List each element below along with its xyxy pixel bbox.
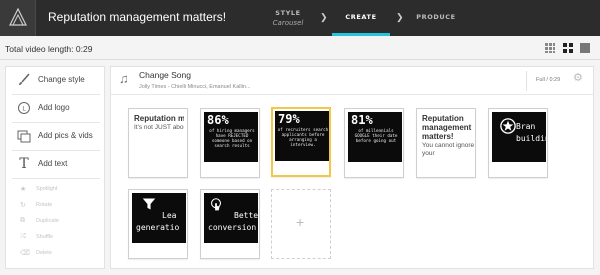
card-caption: of recruiters search applicants before a… bbox=[277, 127, 329, 147]
grid-large-icon[interactable] bbox=[562, 43, 573, 53]
sidebar-item-label: Change style bbox=[38, 75, 85, 84]
card-body: It's not JUST about bbox=[134, 124, 184, 131]
slide-card[interactable]: 81% of millennials GOOGLE their date bef… bbox=[344, 108, 404, 178]
music-note-icon: ♫ bbox=[119, 71, 129, 86]
card-stat: 86% bbox=[207, 113, 229, 127]
grid-small-icon[interactable] bbox=[545, 43, 556, 53]
add-slide-button[interactable]: + bbox=[271, 189, 331, 259]
card-image: 79% of recruiters search applicants befo… bbox=[275, 111, 329, 161]
card-title: Reputation management matters! bbox=[422, 114, 472, 141]
gear-icon[interactable]: ⚙ bbox=[573, 71, 583, 84]
sidebar-item-spotlight[interactable]: ★ Spotlight bbox=[18, 183, 98, 197]
step-style-label: STYLE bbox=[275, 9, 301, 17]
sidebar-item-label: Add logo bbox=[38, 103, 70, 112]
song-title[interactable]: Change Song bbox=[139, 70, 191, 80]
paintbrush-icon bbox=[17, 73, 31, 87]
step-create[interactable]: CREATE bbox=[332, 0, 390, 36]
duplicate-icon: ⧉ bbox=[20, 217, 25, 224]
text-icon: T bbox=[19, 156, 29, 172]
card-body: You cannot ignore your bbox=[422, 142, 475, 157]
shuffle-icon: ⤮ bbox=[20, 233, 26, 240]
slide-card[interactable]: Lea generatio bbox=[128, 189, 188, 259]
svg-text:L: L bbox=[22, 106, 26, 113]
logo-icon bbox=[9, 7, 27, 26]
step-produce-label: PRODUCE bbox=[416, 13, 456, 21]
card-image: Lea generatio bbox=[132, 193, 186, 243]
sidebar: Change style L Add logo Add pics & vids … bbox=[5, 66, 105, 269]
view-toggles bbox=[542, 43, 590, 61]
slide-card[interactable]: 86% of hiring managers have REJECTED som… bbox=[200, 108, 260, 178]
card-image: Bette conversion bbox=[204, 193, 258, 243]
sidebar-item-label: Add text bbox=[38, 159, 68, 168]
card-word: generatio bbox=[136, 223, 180, 232]
video-length: Total video length: 0:29 bbox=[5, 44, 93, 54]
sidebar-item-duplicate[interactable]: ⧉ Duplicate bbox=[18, 215, 98, 229]
slide-card[interactable]: Reputation management matters! You canno… bbox=[416, 108, 476, 178]
main-panel: ♫ Change Song Jolly Times - Chielli Minu… bbox=[110, 66, 594, 269]
rotate-icon: ↻ bbox=[20, 202, 26, 209]
card-caption: of millennials GOOGLE their date before … bbox=[354, 128, 398, 143]
card-stat: 81% bbox=[351, 113, 373, 127]
funnel-icon bbox=[142, 198, 156, 210]
slide-card-selected[interactable]: 79% of recruiters search applicants befo… bbox=[271, 107, 331, 177]
card-word: Lea bbox=[162, 211, 177, 220]
card-image: 81% of millennials GOOGLE their date bef… bbox=[348, 112, 402, 162]
card-stat: 79% bbox=[278, 112, 300, 126]
slide-card[interactable]: Bette conversion bbox=[200, 189, 260, 259]
card-word: buildin bbox=[516, 134, 546, 143]
card-title: Reputation managemen goals bbox=[134, 114, 184, 123]
step-style[interactable]: STYLE Carousel bbox=[262, 0, 314, 36]
sidebar-item-add-logo[interactable]: L Add logo bbox=[12, 95, 100, 123]
song-duration: Full / 0:29 bbox=[536, 77, 561, 83]
sidebar-item-shuffle[interactable]: ⤮ Shuffle bbox=[18, 231, 98, 245]
sidebar-item-change-style[interactable]: Change style bbox=[12, 67, 100, 95]
media-icon bbox=[17, 129, 31, 143]
card-word: Bette bbox=[234, 211, 258, 220]
sidebar-item-add-pics[interactable]: Add pics & vids bbox=[12, 123, 100, 151]
song-bar[interactable]: ♫ Change Song Jolly Times - Chielli Minu… bbox=[111, 67, 593, 95]
step-create-label: CREATE bbox=[345, 13, 377, 21]
song-subtitle: Jolly Times - Chielli Minucci, Emanuel K… bbox=[139, 84, 251, 90]
plus-icon: + bbox=[296, 214, 305, 230]
star-icon: ★ bbox=[20, 186, 27, 193]
card-image: Bran buildin bbox=[492, 112, 546, 162]
sidebar-item-add-text[interactable]: T Add text bbox=[12, 151, 100, 179]
card-caption: of hiring managers have REJECTED someone… bbox=[209, 128, 255, 148]
sidebar-item-rotate[interactable]: ↻ Rotate bbox=[18, 199, 98, 213]
app-logo[interactable] bbox=[0, 0, 36, 36]
step-style-sub: Carousel bbox=[272, 19, 304, 27]
card-word: conversion bbox=[208, 223, 257, 232]
active-step-underline bbox=[332, 33, 390, 36]
slide-card[interactable]: Reputation managemen goals It's not JUST… bbox=[128, 108, 188, 178]
divider bbox=[526, 71, 527, 91]
grid-xl-icon[interactable] bbox=[580, 43, 590, 53]
step-produce[interactable]: PRODUCE bbox=[408, 0, 464, 36]
sidebar-item-label: Add pics & vids bbox=[38, 131, 93, 140]
sub-bar: Total video length: 0:29 bbox=[0, 38, 600, 60]
logo-icon: L bbox=[17, 101, 31, 115]
chevron-right-icon: ❯ bbox=[396, 12, 404, 22]
trash-icon: ⌫ bbox=[20, 250, 30, 257]
chevron-right-icon: ❯ bbox=[320, 12, 328, 22]
touch-icon bbox=[211, 198, 221, 211]
star-badge-icon bbox=[500, 118, 516, 134]
slide-card[interactable]: Bran buildin bbox=[488, 108, 548, 178]
card-word: Bran bbox=[516, 122, 536, 131]
top-bar: Reputation management matters! STYLE Car… bbox=[0, 0, 600, 36]
project-title[interactable]: Reputation management matters! bbox=[48, 10, 226, 24]
card-image: 86% of hiring managers have REJECTED som… bbox=[204, 112, 258, 162]
sidebar-item-delete[interactable]: ⌫ Delete bbox=[18, 247, 98, 261]
